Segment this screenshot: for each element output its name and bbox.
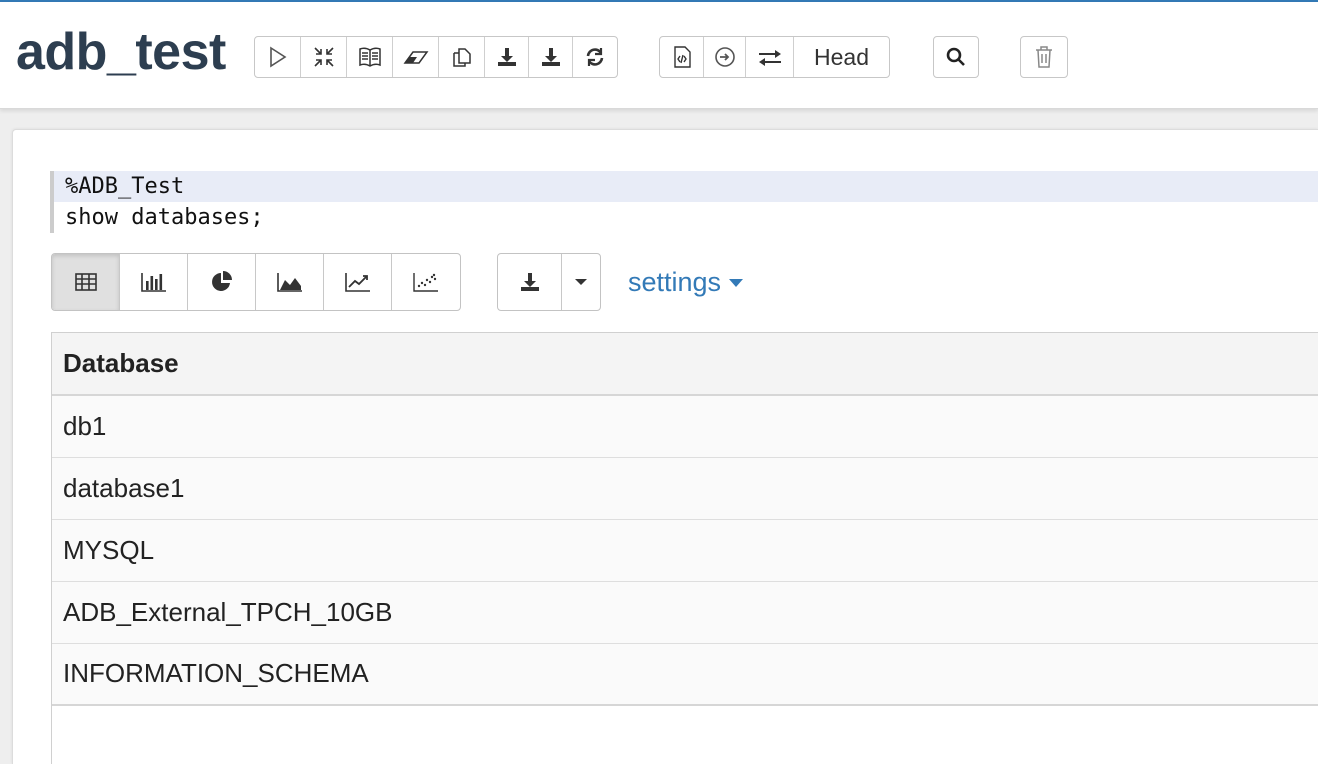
table-row: MYSQL — [52, 519, 1318, 582]
scatter-chart-icon — [413, 273, 438, 292]
scatter-chart-button[interactable] — [392, 254, 460, 310]
commit-button[interactable] — [704, 37, 746, 77]
table-view-button[interactable] — [52, 254, 120, 310]
head-label: Head — [814, 43, 869, 70]
download-toolbar — [497, 253, 601, 311]
code-line[interactable]: %ADB_Test — [54, 171, 1318, 202]
notebook-header: adb_test Head — [0, 2, 1318, 109]
download-data-button[interactable] — [498, 254, 562, 310]
book-button[interactable] — [347, 37, 393, 77]
table-row: INFORMATION_SCHEMA — [52, 643, 1318, 706]
notebook-actions-toolbar — [254, 36, 618, 78]
code-editor[interactable]: %ADB_Test show databases; — [50, 171, 1318, 233]
table-cell: MYSQL — [52, 519, 1318, 582]
download-icon — [520, 273, 539, 291]
delete-button[interactable] — [1021, 37, 1067, 77]
bar-chart-icon — [140, 273, 166, 292]
version-compare-button[interactable] — [746, 37, 794, 77]
line-chart-icon — [344, 273, 370, 292]
column-header-database[interactable]: Database — [52, 333, 1318, 396]
pie-chart-icon — [211, 271, 232, 291]
clear-output-button[interactable] — [393, 37, 439, 77]
caret-down-icon — [729, 278, 744, 287]
run-all-button[interactable] — [255, 37, 301, 77]
table-cell: db1 — [52, 395, 1318, 458]
pie-chart-button[interactable] — [188, 254, 256, 310]
refresh-icon — [586, 48, 604, 66]
circle-arrow-icon — [714, 47, 735, 67]
settings-dropdown[interactable]: settings — [628, 267, 744, 298]
table-cell: ADB_External_TPCH_10GB — [52, 581, 1318, 644]
caret-down-icon — [575, 279, 587, 285]
export-alt-button[interactable] — [529, 37, 573, 77]
bar-chart-button[interactable] — [120, 254, 188, 310]
copy-icon — [452, 48, 471, 67]
collapse-button[interactable] — [301, 37, 347, 77]
reload-button[interactable] — [573, 37, 617, 77]
export-button[interactable] — [485, 37, 529, 77]
code-file-icon — [673, 46, 691, 68]
line-chart-button[interactable] — [324, 254, 392, 310]
table-header-row: Database — [52, 333, 1318, 396]
area-chart-icon — [276, 273, 302, 292]
search-toolbar — [933, 36, 979, 78]
swap-icon — [758, 50, 781, 66]
download-icon — [541, 48, 560, 66]
table-cell: database1 — [52, 457, 1318, 520]
visualization-toolbar — [51, 253, 461, 311]
settings-label: settings — [628, 267, 722, 297]
result-table: Database db1 database1 MYSQL ADB_Externa… — [51, 332, 1318, 764]
delete-toolbar — [1020, 36, 1068, 78]
book-icon — [358, 47, 381, 67]
table-icon — [74, 273, 97, 291]
area-chart-button[interactable] — [256, 254, 324, 310]
code-view-button[interactable] — [660, 37, 704, 77]
table-row: ADB_External_TPCH_10GB — [52, 581, 1318, 644]
compress-icon — [313, 47, 334, 67]
eraser-icon — [403, 51, 428, 64]
trash-icon — [1036, 46, 1052, 68]
table-cell: INFORMATION_SCHEMA — [52, 643, 1318, 706]
search-button[interactable] — [934, 37, 978, 77]
download-options-dropdown[interactable] — [562, 254, 600, 310]
code-line[interactable]: show databases; — [54, 202, 1318, 233]
download-icon — [497, 48, 516, 66]
notebook-title[interactable]: adb_test — [16, 22, 226, 82]
version-toolbar: Head — [659, 36, 890, 78]
search-icon — [946, 47, 965, 66]
table-row: database1 — [52, 457, 1318, 520]
play-icon — [269, 46, 286, 68]
paragraph-cell: %ADB_Test show databases; settings Datab… — [12, 129, 1318, 764]
table-row: db1 — [52, 395, 1318, 458]
clone-button[interactable] — [439, 37, 485, 77]
head-revision-button[interactable]: Head — [794, 37, 889, 77]
